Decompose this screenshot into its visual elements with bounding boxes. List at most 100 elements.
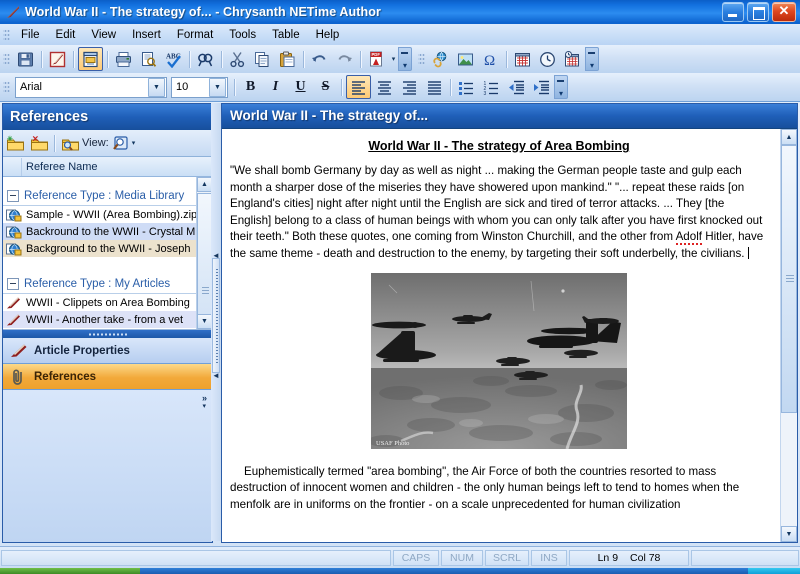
reference-list-scrollbar[interactable]: ▲ ▼ [196, 177, 212, 329]
new-reference-icon[interactable]: ✳ [3, 132, 27, 154]
font-size-dropdown-arrow[interactable]: ▼ [209, 78, 226, 97]
hyperlink-icon[interactable] [429, 48, 452, 70]
menu-file[interactable]: File [13, 27, 48, 43]
panel-document-splitter[interactable]: ◄ ◄ [211, 103, 221, 541]
font-name-dropdown-arrow[interactable]: ▼ [148, 78, 165, 97]
group-my-articles[interactable]: Reference Type : My Articles [3, 275, 197, 294]
pdf-dropdown-arrow[interactable]: ▾ [389, 55, 398, 63]
date-time-icon[interactable] [561, 48, 584, 70]
maximize-button[interactable] [747, 2, 769, 22]
panel-splitter-handle[interactable] [3, 330, 212, 338]
cut-icon[interactable] [226, 48, 249, 70]
scrollbar-thumb[interactable] [197, 193, 212, 330]
number-list-icon[interactable]: 123 [480, 76, 503, 98]
undo-icon[interactable] [308, 48, 331, 70]
taskbar-start-button[interactable] [0, 568, 140, 574]
find-icon[interactable] [194, 48, 217, 70]
print-preview-icon[interactable] [137, 48, 160, 70]
bullet-list-icon[interactable] [455, 76, 478, 98]
align-right-icon[interactable] [398, 76, 421, 98]
splitter-drag-handle[interactable] [212, 258, 220, 373]
strikethrough-icon[interactable]: S [314, 76, 337, 98]
list-item[interactable]: Sample - WWII (Area Bombing).zip [3, 206, 197, 223]
taskbar-tasks-area[interactable] [140, 568, 748, 574]
font-name-combo[interactable]: Arial ▼ [15, 77, 167, 98]
toolbar-separator [303, 51, 304, 68]
document-scrollbar[interactable]: ▲ ▼ [780, 129, 797, 542]
delete-reference-icon[interactable]: ✕ [27, 132, 51, 154]
application-window: World War II - The strategy of... - Chry… [0, 0, 800, 574]
clock-icon[interactable] [536, 48, 559, 70]
reference-list[interactable]: Reference Type : Media Library Sample - … [3, 177, 212, 330]
menu-tools[interactable]: Tools [221, 27, 264, 43]
insert-toolbar-overflow-button[interactable] [585, 47, 599, 71]
window-controls: ✕ [722, 2, 796, 22]
bomber-formation-photo[interactable]: USAF Photo [371, 273, 627, 449]
view-dropdown-arrow[interactable]: ▾ [132, 139, 136, 147]
status-caps: CAPS [393, 550, 439, 566]
group-expander-icon[interactable] [7, 190, 19, 202]
insert-toolbar-grip[interactable] [418, 52, 425, 66]
taskbar-tray-area[interactable] [748, 568, 800, 574]
close-button[interactable]: ✕ [772, 2, 796, 22]
calendar-icon[interactable] [511, 48, 534, 70]
sidebar-tab-references[interactable]: References [3, 364, 212, 390]
menu-table[interactable]: Table [264, 27, 308, 43]
menu-help[interactable]: Help [308, 27, 348, 43]
find-reference-icon[interactable] [58, 132, 82, 154]
title-bar: World War II - The strategy of... - Chry… [0, 0, 800, 25]
align-center-icon[interactable] [373, 76, 396, 98]
redo-icon[interactable] [333, 48, 356, 70]
document-editor[interactable]: World War II - The strategy of Area Bomb… [222, 129, 780, 542]
symbol-icon[interactable]: Ω [479, 48, 502, 70]
decrease-indent-icon[interactable] [505, 76, 528, 98]
insert-picture-icon[interactable] [454, 48, 477, 70]
save-icon[interactable] [14, 48, 37, 70]
toolbar-separator [360, 51, 361, 68]
align-justify-icon[interactable] [423, 76, 446, 98]
pdf-icon[interactable]: PDF [365, 48, 388, 70]
document-scrollbar-thumb[interactable] [781, 145, 797, 413]
sidebar-tab-article-properties[interactable]: Article Properties [3, 338, 212, 364]
font-size-combo[interactable]: 10 ▼ [171, 77, 228, 98]
scroll-up-arrow[interactable]: ▲ [197, 177, 212, 192]
list-item[interactable]: WWII - Clippets on Area Bombing [3, 294, 197, 311]
pen-icon [10, 343, 28, 359]
print-icon[interactable] [112, 48, 135, 70]
group-media-library[interactable]: Reference Type : Media Library [3, 187, 197, 206]
group-expander-icon[interactable] [7, 278, 19, 290]
splitter-collapse-arrow-down[interactable]: ◄ [212, 371, 220, 380]
list-item[interactable]: Backround to the WWII - Crystal M [3, 223, 197, 240]
list-item[interactable]: WWII - Another take - from a vet [3, 311, 197, 328]
list-item[interactable]: Background to the WWII - Joseph [3, 240, 197, 257]
italic-icon[interactable]: I [264, 76, 287, 98]
scroll-down-arrow[interactable]: ▼ [197, 314, 212, 329]
sidebar-tab-overflow[interactable]: » ▾ [3, 390, 212, 542]
copy-icon[interactable] [251, 48, 274, 70]
new-note-icon[interactable] [46, 48, 69, 70]
menu-view[interactable]: View [83, 27, 124, 43]
spellcheck-icon[interactable]: ABC [162, 48, 185, 70]
standard-toolbar-overflow-button[interactable] [398, 47, 412, 71]
page-preview-icon[interactable] [78, 47, 103, 71]
increase-indent-icon[interactable] [530, 76, 553, 98]
view-selector[interactable]: View: ▾ [82, 135, 139, 152]
document-window-title: World War II - The strategy of... [222, 104, 797, 129]
menu-edit[interactable]: Edit [48, 27, 84, 43]
align-left-icon[interactable] [346, 75, 371, 99]
column-referee-name[interactable]: Referee Name [22, 161, 98, 173]
menu-grip-handle[interactable] [3, 28, 10, 42]
formatting-toolbar-grip[interactable] [3, 80, 10, 94]
standard-toolbar-grip[interactable] [3, 52, 10, 66]
tab-overflow-chevrons[interactable]: » [202, 394, 207, 403]
bold-icon[interactable]: B [239, 76, 262, 98]
document-scroll-up-arrow[interactable]: ▲ [781, 129, 797, 145]
formatting-toolbar-overflow-button[interactable] [554, 75, 568, 99]
underline-icon[interactable]: U [289, 76, 312, 98]
menu-format[interactable]: Format [169, 27, 221, 43]
tab-overflow-arrow[interactable]: ▾ [202, 403, 206, 410]
minimize-button[interactable] [722, 2, 744, 22]
document-scroll-down-arrow[interactable]: ▼ [781, 526, 797, 542]
menu-insert[interactable]: Insert [124, 27, 169, 43]
paste-icon[interactable] [276, 48, 299, 70]
